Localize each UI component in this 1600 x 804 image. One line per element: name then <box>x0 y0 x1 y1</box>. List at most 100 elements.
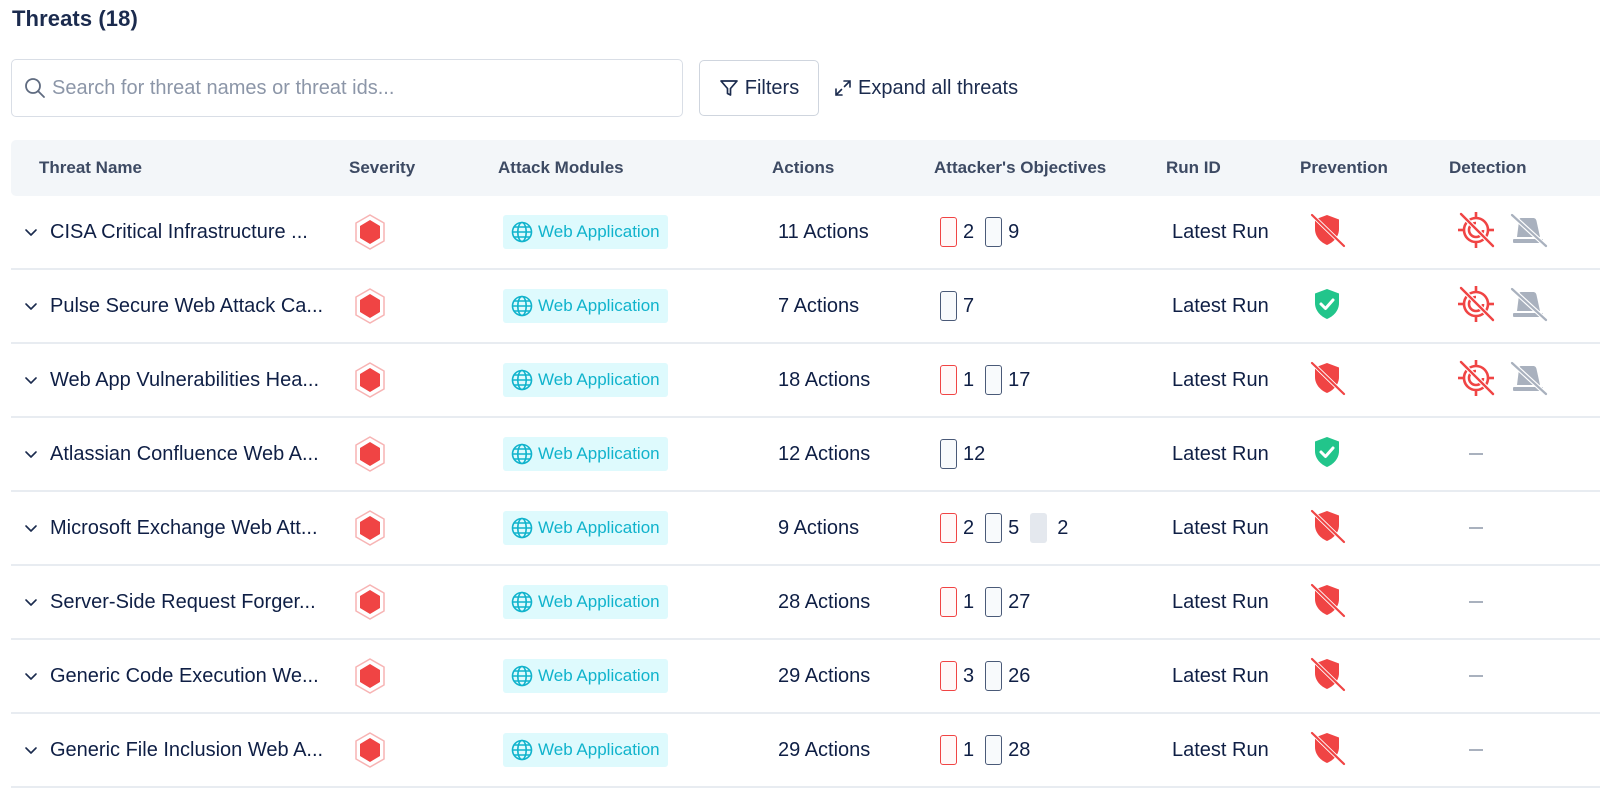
search-input[interactable] <box>52 76 652 100</box>
actions-count: 29 Actions <box>778 738 871 761</box>
attack-module: Web Application <box>503 640 668 712</box>
column-header-run-id[interactable]: Run ID <box>1166 140 1221 196</box>
column-header-detection[interactable]: Detection <box>1449 140 1526 196</box>
expand-label: Expand all threats <box>858 76 1019 99</box>
prevention-status <box>1307 418 1347 490</box>
severity-critical-icon <box>354 714 386 786</box>
expand-row-chevron-icon[interactable] <box>23 640 39 712</box>
objective-red-indicator-icon <box>940 513 957 543</box>
objective-count: 7 <box>963 294 975 317</box>
column-header-severity[interactable]: Severity <box>349 140 415 196</box>
expand-row-chevron-icon[interactable] <box>23 418 39 490</box>
objective-count: 17 <box>1008 368 1031 391</box>
table-body: CISA Critical Infrastructure ... Web App… <box>11 196 1600 788</box>
alert-off-icon <box>1507 212 1549 253</box>
column-header-prevention[interactable]: Prevention <box>1300 140 1388 196</box>
globe-icon <box>511 517 533 539</box>
run-id[interactable]: Latest Run <box>1172 566 1269 638</box>
filters-button[interactable]: Filters <box>699 60 819 116</box>
threats-table: Threat Name Severity Attack Modules Acti… <box>11 140 1600 788</box>
threat-name[interactable]: Atlassian Confluence Web A... <box>50 418 319 490</box>
objective-blue: 9 <box>985 217 1019 247</box>
expand-row-chevron-icon[interactable] <box>23 714 39 786</box>
threat-name[interactable]: Pulse Secure Web Attack Ca... <box>50 270 323 342</box>
objective-red: 3 <box>940 661 974 691</box>
table-row[interactable]: Atlassian Confluence Web A... Web Applic… <box>11 418 1600 492</box>
page-title: Threats (18) <box>12 6 138 31</box>
objective-red-indicator-icon <box>940 661 957 691</box>
attack-module-badge: Web Application <box>503 511 668 545</box>
threat-name[interactable]: Server-Side Request Forger... <box>50 566 316 638</box>
column-header-objectives[interactable]: Attacker's Objectives <box>934 140 1106 196</box>
shield-off-icon <box>1307 656 1347 697</box>
objective-count: 2 <box>963 516 975 539</box>
expand-row-chevron-icon[interactable] <box>23 566 39 638</box>
attack-module: Web Application <box>503 270 668 342</box>
attack-module-label: Web Application <box>538 666 660 685</box>
actions-count: 11 Actions <box>778 220 869 243</box>
threat-name[interactable]: Generic Code Execution We... <box>50 640 319 712</box>
objective-blue-indicator-icon <box>940 439 957 469</box>
objective-blue: 28 <box>985 735 1030 765</box>
detection-status <box>1455 640 1483 712</box>
attack-module-badge: Web Application <box>503 215 668 249</box>
attack-module: Web Application <box>503 418 668 490</box>
shield-off-icon <box>1307 730 1347 771</box>
shield-off-icon <box>1307 212 1347 253</box>
attack-module-badge: Web Application <box>503 733 668 767</box>
objective-count: 2 <box>1057 516 1069 539</box>
globe-icon <box>511 443 533 465</box>
objective-blue-indicator-icon <box>985 513 1003 543</box>
alert-off-icon <box>1507 286 1549 327</box>
column-header-actions[interactable]: Actions <box>772 140 834 196</box>
attacker-objectives: 7 <box>940 270 985 342</box>
run-id[interactable]: Latest Run <box>1172 492 1269 564</box>
run-id[interactable]: Latest Run <box>1172 270 1269 342</box>
objective-blue: 5 <box>985 513 1019 543</box>
empty-dash-icon <box>1469 453 1483 455</box>
detection-status <box>1455 492 1483 564</box>
threat-name[interactable]: Web App Vulnerabilities Hea... <box>50 344 319 416</box>
run-id[interactable]: Latest Run <box>1172 640 1269 712</box>
column-header-attack-modules[interactable]: Attack Modules <box>498 140 624 196</box>
table-row[interactable]: Generic File Inclusion Web A... Web Appl… <box>11 714 1600 788</box>
objective-red: 1 <box>940 365 974 395</box>
table-row[interactable]: Pulse Secure Web Attack Ca... Web Applic… <box>11 270 1600 344</box>
search-box[interactable] <box>11 59 683 117</box>
run-id[interactable]: Latest Run <box>1172 714 1269 786</box>
attack-module-badge: Web Application <box>503 585 668 619</box>
attacker-objectives: 1 28 <box>940 714 1041 786</box>
objective-blue-indicator-icon <box>985 365 1003 395</box>
table-row[interactable]: CISA Critical Infrastructure ... Web App… <box>11 196 1600 270</box>
table-row[interactable]: Server-Side Request Forger... Web Applic… <box>11 566 1600 640</box>
prevention-status <box>1307 492 1347 564</box>
threat-name[interactable]: Generic File Inclusion Web A... <box>50 714 323 786</box>
run-id[interactable]: Latest Run <box>1172 196 1269 268</box>
run-id[interactable]: Latest Run <box>1172 418 1269 490</box>
threat-name[interactable]: CISA Critical Infrastructure ... <box>50 196 308 268</box>
empty-dash-icon <box>1469 527 1483 529</box>
expand-all-threats-button[interactable]: Expand all threats <box>834 72 1018 104</box>
objective-red: 2 <box>940 217 974 247</box>
objective-count: 3 <box>963 664 975 687</box>
objective-grey-indicator-icon <box>1030 513 1048 543</box>
severity-critical-icon <box>354 418 386 490</box>
expand-row-chevron-icon[interactable] <box>23 492 39 564</box>
objective-count: 27 <box>1008 590 1031 613</box>
threat-name[interactable]: Microsoft Exchange Web Att... <box>50 492 318 564</box>
expand-row-chevron-icon[interactable] <box>23 196 39 268</box>
expand-row-chevron-icon[interactable] <box>23 270 39 342</box>
attack-module-label: Web Application <box>538 444 660 463</box>
target-off-icon <box>1455 210 1497 255</box>
table-row[interactable]: Web App Vulnerabilities Hea... Web Appli… <box>11 344 1600 418</box>
globe-icon <box>511 591 533 613</box>
prevention-status <box>1307 270 1347 342</box>
column-header-threat-name[interactable]: Threat Name <box>39 140 142 196</box>
objective-red: 1 <box>940 735 974 765</box>
table-row[interactable]: Generic Code Execution We... Web Applica… <box>11 640 1600 714</box>
expand-row-chevron-icon[interactable] <box>23 344 39 416</box>
table-row[interactable]: Microsoft Exchange Web Att... Web Applic… <box>11 492 1600 566</box>
prevention-status <box>1307 640 1347 712</box>
run-id[interactable]: Latest Run <box>1172 344 1269 416</box>
detection-status <box>1455 418 1483 490</box>
